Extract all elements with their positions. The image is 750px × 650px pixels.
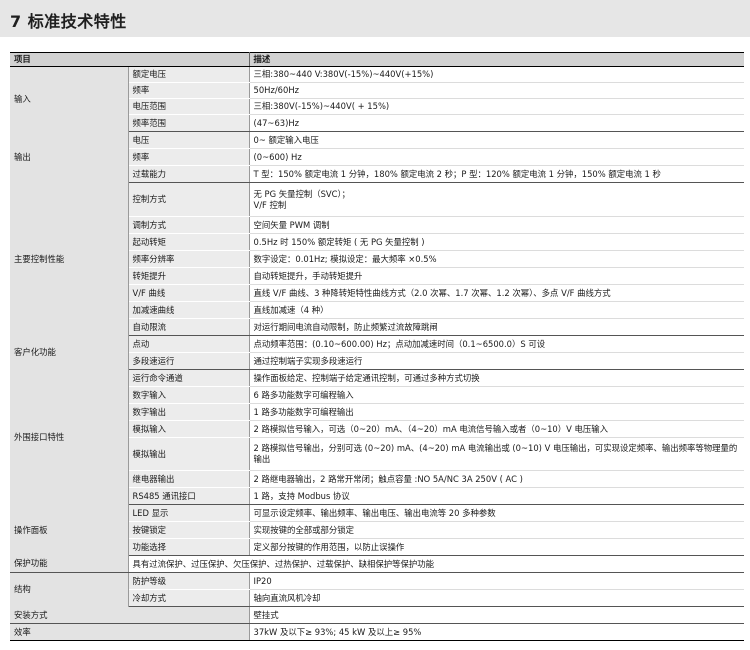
item-label: 运行命令通道: [128, 369, 250, 387]
item-description: 对运行期间电流自动限制，防止频繁过流故障跳闸: [249, 318, 744, 336]
description-line: V/F 控制: [253, 199, 287, 210]
item-description: 壁挂式: [249, 606, 744, 624]
item-label: 按键锁定: [128, 521, 250, 539]
item-description: 1 路多功能数字可编程输出: [249, 403, 744, 421]
item-description: 50Hz/60Hz: [249, 82, 744, 99]
item-label: 模拟输入: [128, 420, 250, 438]
item-description: 直线 V/F 曲线、3 种降转矩特性曲线方式（2.0 次幂、1.7 次幂、1.2…: [249, 284, 744, 302]
item-label: 频率: [128, 82, 250, 99]
item-label: RS485 通讯接口: [128, 487, 250, 505]
table-row: 输出 电压 0~ 额定输入电压: [10, 131, 744, 183]
description-line: 无 PG 矢量控制（SVC）；: [253, 188, 351, 199]
item-description: (47~63)Hz: [249, 114, 744, 132]
table-row: 结构 防护等级 IP20: [10, 572, 744, 607]
item-label: 防护等级: [128, 572, 250, 590]
item-description: 37kW 及以下≥ 93%; 45 kW 及以上≥ 95%: [249, 623, 744, 641]
item-label: 冷却方式: [128, 589, 250, 607]
spec-table: 项目 描述 输入 额定电压 三相:380~440 V:380V(-15%)~44…: [10, 52, 744, 641]
item-description: 自动转矩提升，手动转矩提升: [249, 267, 744, 285]
category-efficiency: 效率: [10, 623, 250, 641]
item-description: 三相:380V(-15%)~440V( + 15%): [249, 98, 744, 115]
item-description: 无 PG 矢量控制（SVC）； V/F 控制: [249, 182, 744, 217]
item-description: 定义部分按键的作用范围，以防止误操作: [249, 538, 744, 556]
category-output: 输出: [10, 131, 129, 183]
item-label: 加减速曲线: [128, 301, 250, 319]
category-input: 输入: [10, 66, 129, 132]
header-description: 描述: [248, 52, 744, 67]
item-description: 实现按键的全部或部分锁定: [249, 521, 744, 539]
item-label: 点动: [128, 335, 250, 353]
category-protection: 保护功能: [10, 555, 129, 573]
item-label: 数字输入: [128, 386, 250, 404]
item-label: 继电器输出: [128, 470, 250, 488]
table-row: 主要控制性能 控制方式 无 PG 矢量控制（SVC）； V/F 控制: [10, 182, 744, 336]
item-label: 自动限流: [128, 318, 250, 336]
section-title: 7 标准技术特性: [10, 12, 127, 31]
item-label: 多段速运行: [128, 352, 250, 370]
item-label: 频率: [128, 148, 250, 166]
item-description: 可显示设定频率、输出频率、输出电压、输出电流等 20 多种参数: [249, 504, 744, 522]
category-installation: 安装方式: [10, 606, 250, 624]
item-description: T 型：150% 额定电流 1 分钟，180% 额定电流 2 秒；P 型：120…: [249, 165, 744, 183]
item-description: (0~600) Hz: [249, 148, 744, 166]
category-custom-functions: 客户化功能: [10, 335, 129, 370]
item-description: 空间矢量 PWM 调制: [249, 216, 744, 234]
item-description: 点动频率范围：(0.10~600.00) Hz；点动加减速时间（0.1~6500…: [249, 335, 744, 353]
table-row: 客户化功能 点动 点动频率范围：(0.10~600.00) Hz；点动加减速时间…: [10, 335, 744, 370]
item-label: V/F 曲线: [128, 284, 250, 302]
item-description: 2 路继电器输出，2 路常开常闭；触点容量 :NO 5A/NC 3A 250V …: [249, 470, 744, 488]
item-label: 电压: [128, 131, 250, 149]
table-row: 操作面板 LED 显示 可显示设定频率、输出频率、输出电压、输出电流等 20 多…: [10, 504, 744, 556]
item-description: 2 路模拟信号输入，可选（0~20）mA、（4~20）mA 电流信号输入或者（0…: [249, 420, 744, 438]
item-description: 直线加减速（4 种）: [249, 301, 744, 319]
item-description: 通过控制端子实现多段速运行: [249, 352, 744, 370]
category-operation-panel: 操作面板: [10, 504, 129, 556]
item-description: 6 路多功能数字可编程输入: [249, 386, 744, 404]
item-label: 频率分辨率: [128, 250, 250, 268]
item-label: 调制方式: [128, 216, 250, 234]
item-label: 起动转矩: [128, 233, 250, 251]
item-label: 功能选择: [128, 538, 250, 556]
table-row: 输入 额定电压 三相:380~440 V:380V(-15%)~440V(+15…: [10, 66, 744, 132]
item-description: 数字设定：0.01Hz; 模拟设定：最大频率 ×0.5%: [249, 250, 744, 268]
table-row: 保护功能 具有过流保护、过压保护、欠压保护、过热保护、过载保护、缺相保护等保护功…: [10, 555, 744, 573]
item-description: 0~ 额定输入电压: [249, 131, 744, 149]
item-label: 模拟输出: [128, 437, 250, 471]
table-row: 安装方式 壁挂式: [10, 606, 744, 624]
item-description: 1 路，支持 Modbus 协议: [249, 487, 744, 505]
item-label: LED 显示: [128, 504, 250, 522]
item-label: 额定电压: [128, 66, 250, 83]
item-label: 转矩提升: [128, 267, 250, 285]
item-description: 轴向直流风机冷却: [249, 589, 744, 607]
item-description: 具有过流保护、过压保护、欠压保护、过热保护、过载保护、缺相保护等保护功能: [128, 555, 744, 573]
item-label: 电压范围: [128, 98, 250, 115]
item-label: 频率范围: [128, 114, 250, 132]
table-row: 外围接口特性 运行命令通道 操作面板给定、控制端子给定通讯控制，可通过多种方式切…: [10, 369, 744, 505]
item-description: 三相:380~440 V:380V(-15%)~440V(+15%): [249, 66, 744, 83]
item-label: 过载能力: [128, 165, 250, 183]
item-description: IP20: [249, 572, 744, 590]
table-row: 效率 37kW 及以下≥ 93%; 45 kW 及以上≥ 95%: [10, 623, 744, 641]
category-peripheral-interfaces: 外围接口特性: [10, 369, 129, 505]
item-label: 控制方式: [128, 182, 250, 217]
item-label: 数字输出: [128, 403, 250, 421]
category-control-performance: 主要控制性能: [10, 182, 129, 336]
item-description: 0.5Hz 时 150% 额定转矩 ( 无 PG 矢量控制 ): [249, 233, 744, 251]
table-header-row: 项目 描述: [10, 52, 744, 67]
header-category: 项目: [10, 52, 250, 67]
item-description: 操作面板给定、控制端子给定通讯控制，可通过多种方式切换: [249, 369, 744, 387]
category-structure: 结构: [10, 572, 129, 607]
item-description: 2 路模拟信号输出，分别可选 (0~20) mA、(4~20) mA 电流输出或…: [249, 437, 744, 471]
